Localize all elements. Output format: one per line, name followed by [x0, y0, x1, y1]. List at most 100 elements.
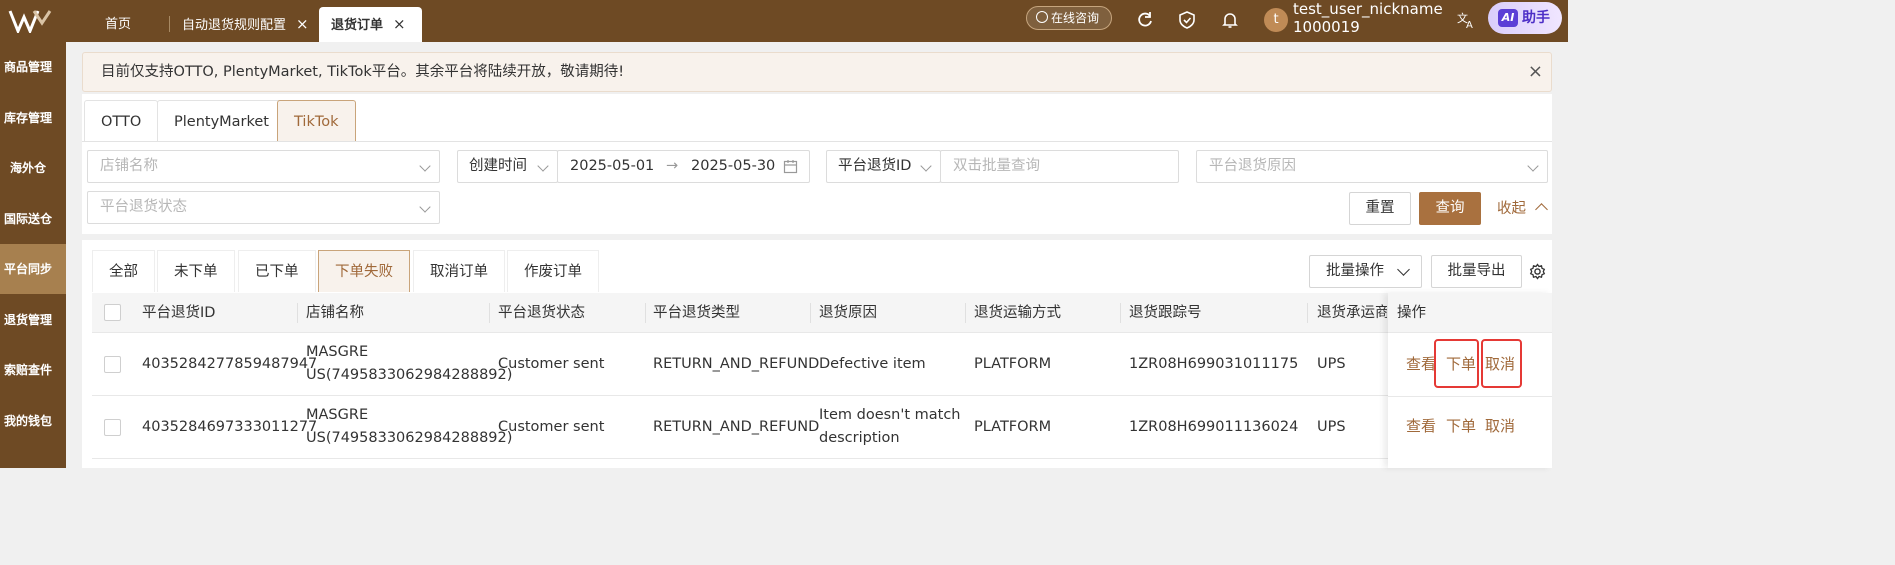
chevron-down-icon	[1527, 160, 1539, 172]
column-header[interactable]: 退货跟踪号	[1129, 293, 1202, 333]
tab-auto-return-rules[interactable]: 自动退货规则配置 ×	[170, 7, 321, 42]
select-all-checkbox[interactable]	[104, 304, 121, 321]
date-range-picker[interactable]: 2025-05-01 → 2025-05-30	[557, 150, 810, 183]
highlight-box-cancel	[1481, 339, 1522, 388]
date-end[interactable]: 2025-05-30	[691, 151, 775, 182]
store-name: MASGRE	[306, 344, 369, 360]
column-header[interactable]: 退货运输方式	[974, 293, 1061, 333]
shield-icon[interactable]	[1177, 10, 1197, 30]
tab-status-order-failed[interactable]: 下单失败	[318, 250, 410, 292]
return-id: 4035284277859487947	[142, 356, 318, 372]
carrier: UPS	[1317, 419, 1346, 435]
store-id: US(7495833062984288892)	[306, 367, 513, 383]
headset-icon	[1036, 11, 1048, 23]
search-button[interactable]: 查询	[1419, 192, 1481, 225]
bell-icon[interactable]	[1220, 10, 1240, 30]
column-header[interactable]: 店铺名称	[306, 293, 364, 333]
user-nickname[interactable]: test_user_nickname	[1293, 0, 1443, 19]
time-type-select[interactable]: 创建时间	[457, 150, 558, 183]
ai-badge: AI	[1498, 9, 1518, 27]
column-divider	[645, 303, 646, 323]
close-icon[interactable]: ×	[296, 15, 309, 33]
column-divider	[810, 303, 811, 323]
tab-plentymarket[interactable]: PlentyMarket	[157, 100, 286, 142]
carrier: UPS	[1317, 356, 1346, 372]
tab-status-all[interactable]: 全部	[92, 250, 155, 292]
column-header[interactable]: 平台退货ID	[142, 293, 215, 333]
chevron-up-icon	[1534, 203, 1548, 216]
chevron-down-icon	[419, 201, 431, 213]
notice-text: 目前仅支持OTTO, PlentyMarket, TikTok平台。其余平台将陆…	[101, 64, 625, 80]
tab-status-cancelled[interactable]: 取消订单	[413, 250, 505, 292]
sidebar-item-returns[interactable]: 退货管理	[0, 295, 66, 345]
store-select[interactable]: 店铺名称	[87, 150, 440, 183]
refresh-icon[interactable]	[1135, 10, 1155, 30]
collapse-button[interactable]: 收起	[1497, 199, 1548, 219]
column-header[interactable]: 退货原因	[819, 293, 877, 333]
return-id: 4035284697333011277	[142, 419, 318, 435]
tab-return-orders[interactable]: 退货订单 ×	[319, 7, 422, 42]
tab-status-ordered[interactable]: 已下单	[238, 250, 316, 292]
date-start[interactable]: 2025-05-01	[570, 151, 654, 182]
sidebar-item-international-delivery[interactable]: 国际送仓	[0, 194, 66, 244]
column-divider	[1120, 303, 1121, 323]
batch-export-button[interactable]: 批量导出	[1431, 255, 1522, 288]
column-header[interactable]: 平台退货类型	[653, 293, 740, 333]
highlight-box-place-order	[1434, 339, 1479, 388]
return-reason-select[interactable]: 平台退货原因	[1196, 150, 1548, 183]
return-id-input[interactable]: 双击批量查询	[940, 150, 1179, 183]
sidebar-item-wallet[interactable]: 我的钱包	[0, 396, 66, 446]
chevron-down-icon	[537, 160, 549, 172]
column-divider	[489, 303, 490, 323]
column-header[interactable]: 平台退货状态	[498, 293, 585, 333]
tab-status-not-ordered[interactable]: 未下单	[157, 250, 235, 292]
return-reason-cont: description	[819, 430, 900, 446]
tab-otto[interactable]: OTTO	[84, 100, 159, 142]
chevron-down-icon	[1397, 263, 1410, 276]
column-header: 操作	[1397, 305, 1426, 321]
place-order-link[interactable]: 下单	[1446, 415, 1476, 438]
close-icon[interactable]: ×	[393, 15, 406, 33]
avatar[interactable]: t	[1264, 8, 1288, 32]
tracking-number: 1ZR08H699011136024	[1129, 419, 1299, 435]
tab-tiktok[interactable]: TikTok	[277, 100, 356, 142]
svg-text:A: A	[1466, 20, 1473, 30]
translate-icon[interactable]: 文 A	[1456, 10, 1476, 30]
sidebar-item-products[interactable]: 商品管理	[0, 42, 66, 92]
logo-icon[interactable]	[8, 9, 52, 33]
id-type-select[interactable]: 平台退货ID	[826, 150, 941, 183]
return-status: Customer sent	[498, 419, 605, 435]
sidebar-item-claims[interactable]: 索赔查件	[0, 345, 66, 395]
top-bar: 首页 自动退货规则配置 × 退货订单 × 在线咨询 t test_user_nick…	[0, 0, 1568, 42]
column-header[interactable]: 退货承运商	[1317, 293, 1387, 333]
column-divider	[965, 303, 966, 323]
tab-home[interactable]: 首页	[93, 7, 143, 42]
table-row[interactable]: 4035284697333011277 MASGRE US(7495833062…	[92, 396, 1552, 459]
view-link[interactable]: 查看	[1406, 415, 1436, 438]
sidebar-item-platform-sync[interactable]: 平台同步	[0, 244, 66, 294]
reset-button[interactable]: 重置	[1349, 192, 1411, 225]
ai-assistant-button[interactable]: AI 助手	[1488, 2, 1562, 34]
tracking-number: 1ZR08H699031011175	[1129, 356, 1299, 372]
notice-banner: 目前仅支持OTTO, PlentyMarket, TikTok平台。其余平台将陆…	[82, 52, 1552, 92]
cancel-link[interactable]: 取消	[1485, 415, 1515, 438]
row-checkbox[interactable]	[104, 356, 121, 373]
store-id: US(7495833062984288892)	[306, 430, 513, 446]
return-status-select[interactable]: 平台退货状态	[87, 191, 440, 224]
column-divider	[1307, 303, 1308, 323]
return-reason: Item doesn't match	[819, 407, 961, 423]
row-checkbox[interactable]	[104, 419, 121, 436]
close-icon[interactable]: ×	[1528, 53, 1543, 91]
gear-icon[interactable]	[1529, 263, 1546, 280]
sidebar-item-inventory[interactable]: 库存管理	[0, 93, 66, 143]
ai-assistant-label: 助手	[1522, 10, 1550, 26]
shipping-method: PLATFORM	[974, 419, 1052, 435]
return-type: RETURN_AND_REFUND	[653, 356, 820, 372]
tab-status-voided[interactable]: 作废订单	[507, 250, 599, 292]
view-link[interactable]: 查看	[1406, 353, 1436, 376]
tab-divider	[82, 141, 1552, 142]
table-row[interactable]: 4035284277859487947 MASGRE US(7495833062…	[92, 333, 1552, 396]
batch-operations-button[interactable]: 批量操作	[1309, 255, 1422, 288]
online-consult-button[interactable]: 在线咨询	[1026, 6, 1112, 30]
sidebar-item-overseas-warehouse[interactable]: 海外仓	[0, 143, 66, 193]
